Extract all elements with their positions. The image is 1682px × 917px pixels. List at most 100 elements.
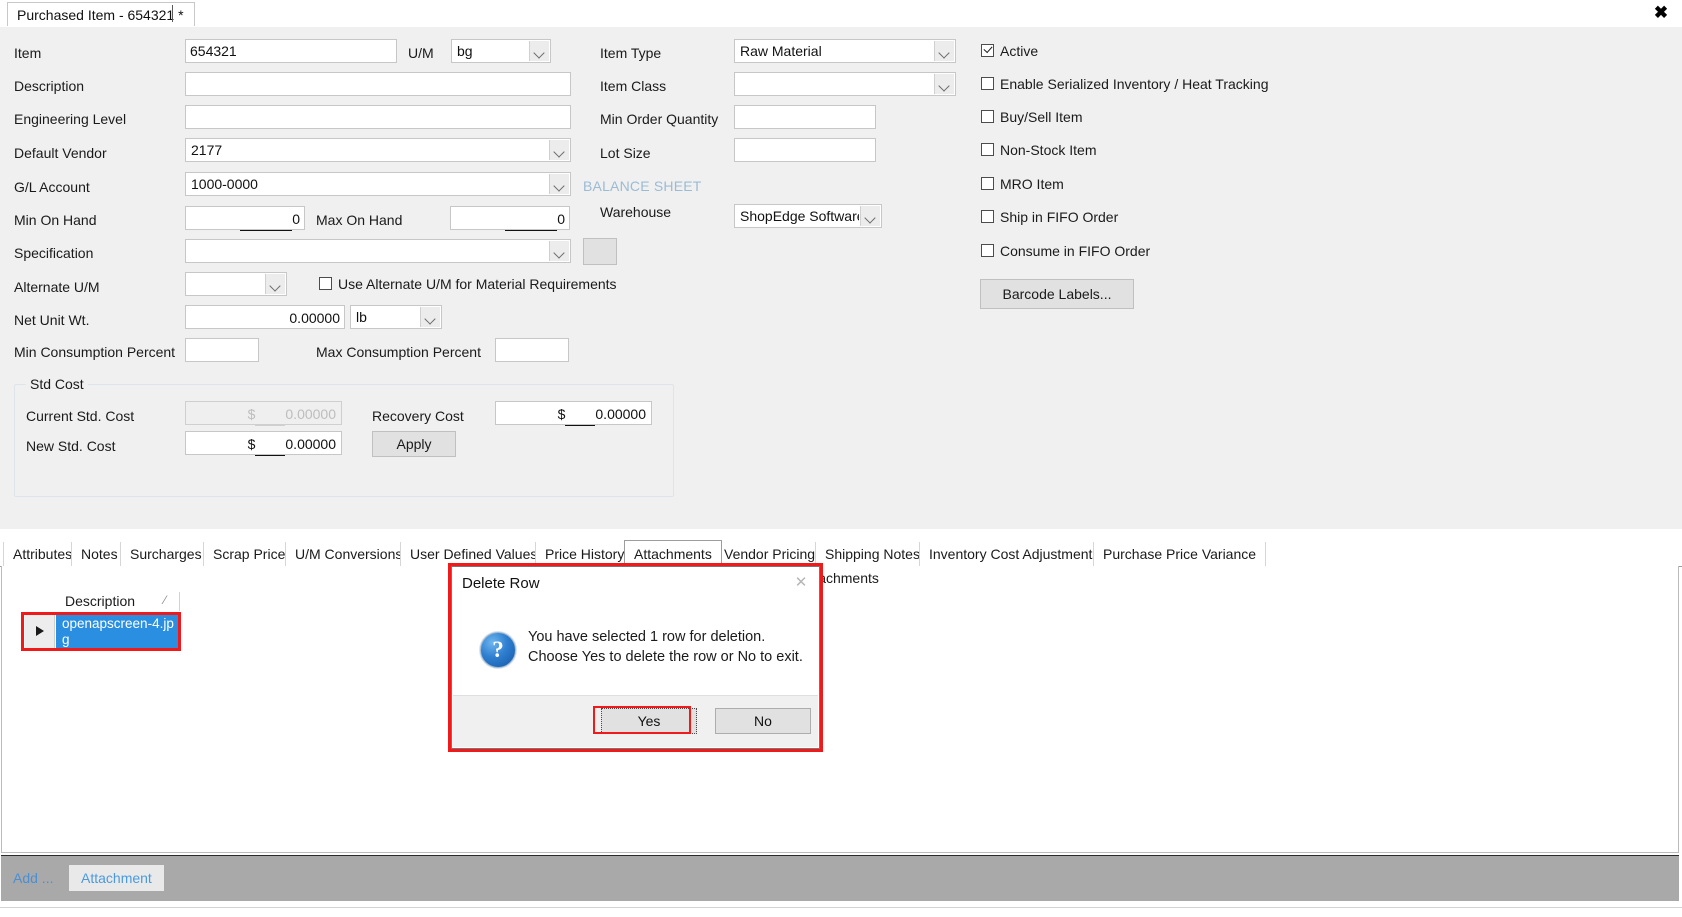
item-class-combo[interactable] — [734, 72, 956, 96]
label-min-order-quantity: Min Order Quantity — [600, 111, 719, 127]
checkbox-non-stock-item[interactable] — [981, 143, 994, 156]
label-description: Description — [14, 78, 85, 94]
checkbox-consume-in-fifo-order[interactable] — [981, 244, 994, 257]
gl-account-combo[interactable]: 1000-0000 — [185, 172, 571, 196]
chevron-down-icon[interactable] — [549, 140, 569, 160]
attachments-grid-header: Description ⁄ — [25, 590, 180, 614]
chevron-down-icon[interactable] — [934, 74, 954, 94]
label-max-on-hand: Max On Hand — [316, 212, 403, 228]
max-on-hand-value-wrap: 0 — [505, 208, 565, 231]
specification-browse-button[interactable] — [583, 238, 617, 265]
current-std-cost-value-wrap: $ 0.00000 — [248, 403, 336, 426]
description-input[interactable] — [185, 72, 571, 96]
specification-combo[interactable] — [185, 239, 571, 263]
alternate-um-combo[interactable] — [185, 272, 287, 296]
close-icon[interactable]: ✕ — [791, 573, 811, 593]
label-engineering-level: Engineering Level — [14, 111, 127, 127]
max-consumption-percent-input[interactable] — [495, 338, 569, 362]
label-warehouse: Warehouse — [600, 204, 672, 220]
attachment-button[interactable]: Attachment — [69, 865, 164, 891]
dialog-message-line2: Choose Yes to delete the row or No to ex… — [528, 649, 803, 665]
checkbox-mro-item[interactable] — [981, 177, 994, 190]
no-button[interactable]: No — [715, 708, 811, 734]
sort-indicator-icon[interactable]: ⁄ — [164, 593, 166, 607]
min-on-hand-input[interactable]: 0 — [185, 206, 305, 231]
apply-button[interactable]: Apply — [372, 431, 456, 457]
tab-scrap-price[interactable]: Scrap Price — [203, 542, 296, 566]
label-net-unit-wt: Net Unit Wt. — [14, 312, 90, 328]
chevron-down-icon[interactable] — [934, 41, 954, 61]
use-alternate-um-checkbox[interactable] — [319, 277, 332, 290]
net-unit-wt-um-combo[interactable]: lb — [350, 305, 442, 329]
tab-shipping-notes[interactable]: Shipping Notes — [815, 542, 930, 566]
attachments-pane: Attachments Description ⁄ openapscreen-4… — [1, 566, 1679, 853]
checkbox-label-active: Active — [1000, 43, 1039, 59]
add-link[interactable]: Add ... — [13, 870, 53, 886]
label-item-class: Item Class — [600, 78, 667, 94]
checkbox-buy-sell-item[interactable] — [981, 110, 994, 123]
label-min-consumption-percent: Min Consumption Percent — [14, 344, 176, 360]
checkbox-label-enable-serialized-inventory: Enable Serialized Inventory / Heat Track… — [1000, 76, 1269, 92]
label-gl-account: G/L Account — [14, 179, 90, 195]
recovery-cost-field[interactable]: $ 0.00000 — [495, 401, 652, 426]
um-combo-value: bg — [457, 43, 473, 59]
label-specification: Specification — [14, 245, 94, 261]
label-current-std-cost: Current Std. Cost — [26, 408, 135, 424]
attachments-pane-title: Attachments — [801, 570, 879, 586]
chevron-down-icon[interactable] — [265, 274, 285, 294]
column-header-description[interactable]: Description — [65, 593, 135, 609]
default-vendor-combo[interactable]: 2177 — [185, 138, 571, 162]
um-combo[interactable]: bg — [451, 39, 551, 63]
warehouse-value: ShopEdge Software — [740, 208, 859, 224]
min-consumption-percent-input[interactable] — [185, 338, 259, 362]
checkbox-active[interactable] — [981, 44, 994, 57]
max-on-hand-input[interactable]: 0 — [450, 206, 570, 231]
item-form-panel: Item U/M Description Engineering Level D… — [0, 27, 1682, 529]
row-selector-arrow-icon[interactable] — [25, 614, 55, 649]
tab-purchase-price-variance[interactable]: Purchase Price Variance — [1093, 542, 1267, 566]
min-on-hand-value-wrap: 0 — [240, 208, 300, 231]
lot-size-input[interactable] — [734, 138, 876, 162]
chevron-down-icon[interactable] — [549, 174, 569, 194]
table-row[interactable]: openapscreen-4.jpg — [25, 614, 180, 649]
detail-tab-bar: Attributes Notes Surcharges Scrap Price … — [0, 540, 1682, 567]
chevron-down-icon[interactable] — [420, 307, 440, 327]
barcode-labels-button[interactable]: Barcode Labels... — [980, 279, 1134, 309]
net-unit-wt-value: 0.00000 — [289, 310, 340, 326]
label-default-vendor: Default Vendor — [14, 145, 107, 161]
dialog-message: You have selected 1 row for deletion. Ch… — [528, 627, 803, 667]
warehouse-combo[interactable]: ShopEdge Software — [734, 204, 882, 228]
tab-inventory-cost-adjustments[interactable]: Inventory Cost Adjustments — [919, 542, 1110, 566]
checkbox-enable-serialized-inventory[interactable] — [981, 77, 994, 90]
yes-button[interactable]: Yes — [601, 708, 697, 734]
application-window: Purchased Item - 654321 * ✖ Item U/M Des… — [0, 0, 1682, 917]
checkbox-ship-in-fifo-order[interactable] — [981, 210, 994, 223]
item-type-combo[interactable]: Raw Material — [734, 39, 956, 63]
label-alternate-um: Alternate U/M — [14, 279, 100, 295]
chevron-down-icon[interactable] — [529, 41, 549, 61]
net-unit-wt-input[interactable]: 0.00000 — [185, 305, 345, 329]
chevron-down-icon[interactable] — [549, 241, 569, 261]
item-input[interactable] — [185, 39, 397, 63]
checkbox-label-buy-sell-item: Buy/Sell Item — [1000, 109, 1083, 125]
chevron-down-icon[interactable] — [860, 206, 880, 226]
label-balance-sheet: BALANCE SHEET — [583, 178, 702, 194]
window-tab-purchased-item[interactable]: Purchased Item - 654321 * — [7, 2, 195, 26]
label-new-std-cost: New Std. Cost — [26, 438, 116, 454]
close-icon[interactable]: ✖ — [1648, 2, 1674, 24]
new-std-cost-field[interactable]: $ 0.00000 — [185, 431, 342, 456]
checkbox-label-non-stock-item: Non-Stock Item — [1000, 142, 1097, 158]
tab-um-conversions[interactable]: U/M Conversions — [285, 542, 413, 566]
dialog-title: Delete Row — [462, 575, 540, 592]
checkbox-label-ship-in-fifo-order: Ship in FIFO Order — [1000, 209, 1119, 225]
item-type-value: Raw Material — [740, 43, 822, 59]
attachment-description-cell[interactable]: openapscreen-4.jpg — [56, 614, 180, 649]
engineering-level-input[interactable] — [185, 105, 571, 129]
dialog-body: You have selected 1 row for deletion. Ch… — [452, 599, 819, 704]
text-caret — [172, 5, 173, 22]
action-bar: Add ... Attachment — [1, 855, 1679, 901]
tab-surcharges[interactable]: Surcharges — [120, 542, 212, 566]
current-std-cost-field: $ 0.00000 — [185, 401, 342, 426]
min-order-quantity-input[interactable] — [734, 105, 876, 129]
checkbox-label-mro-item: MRO Item — [1000, 176, 1064, 192]
